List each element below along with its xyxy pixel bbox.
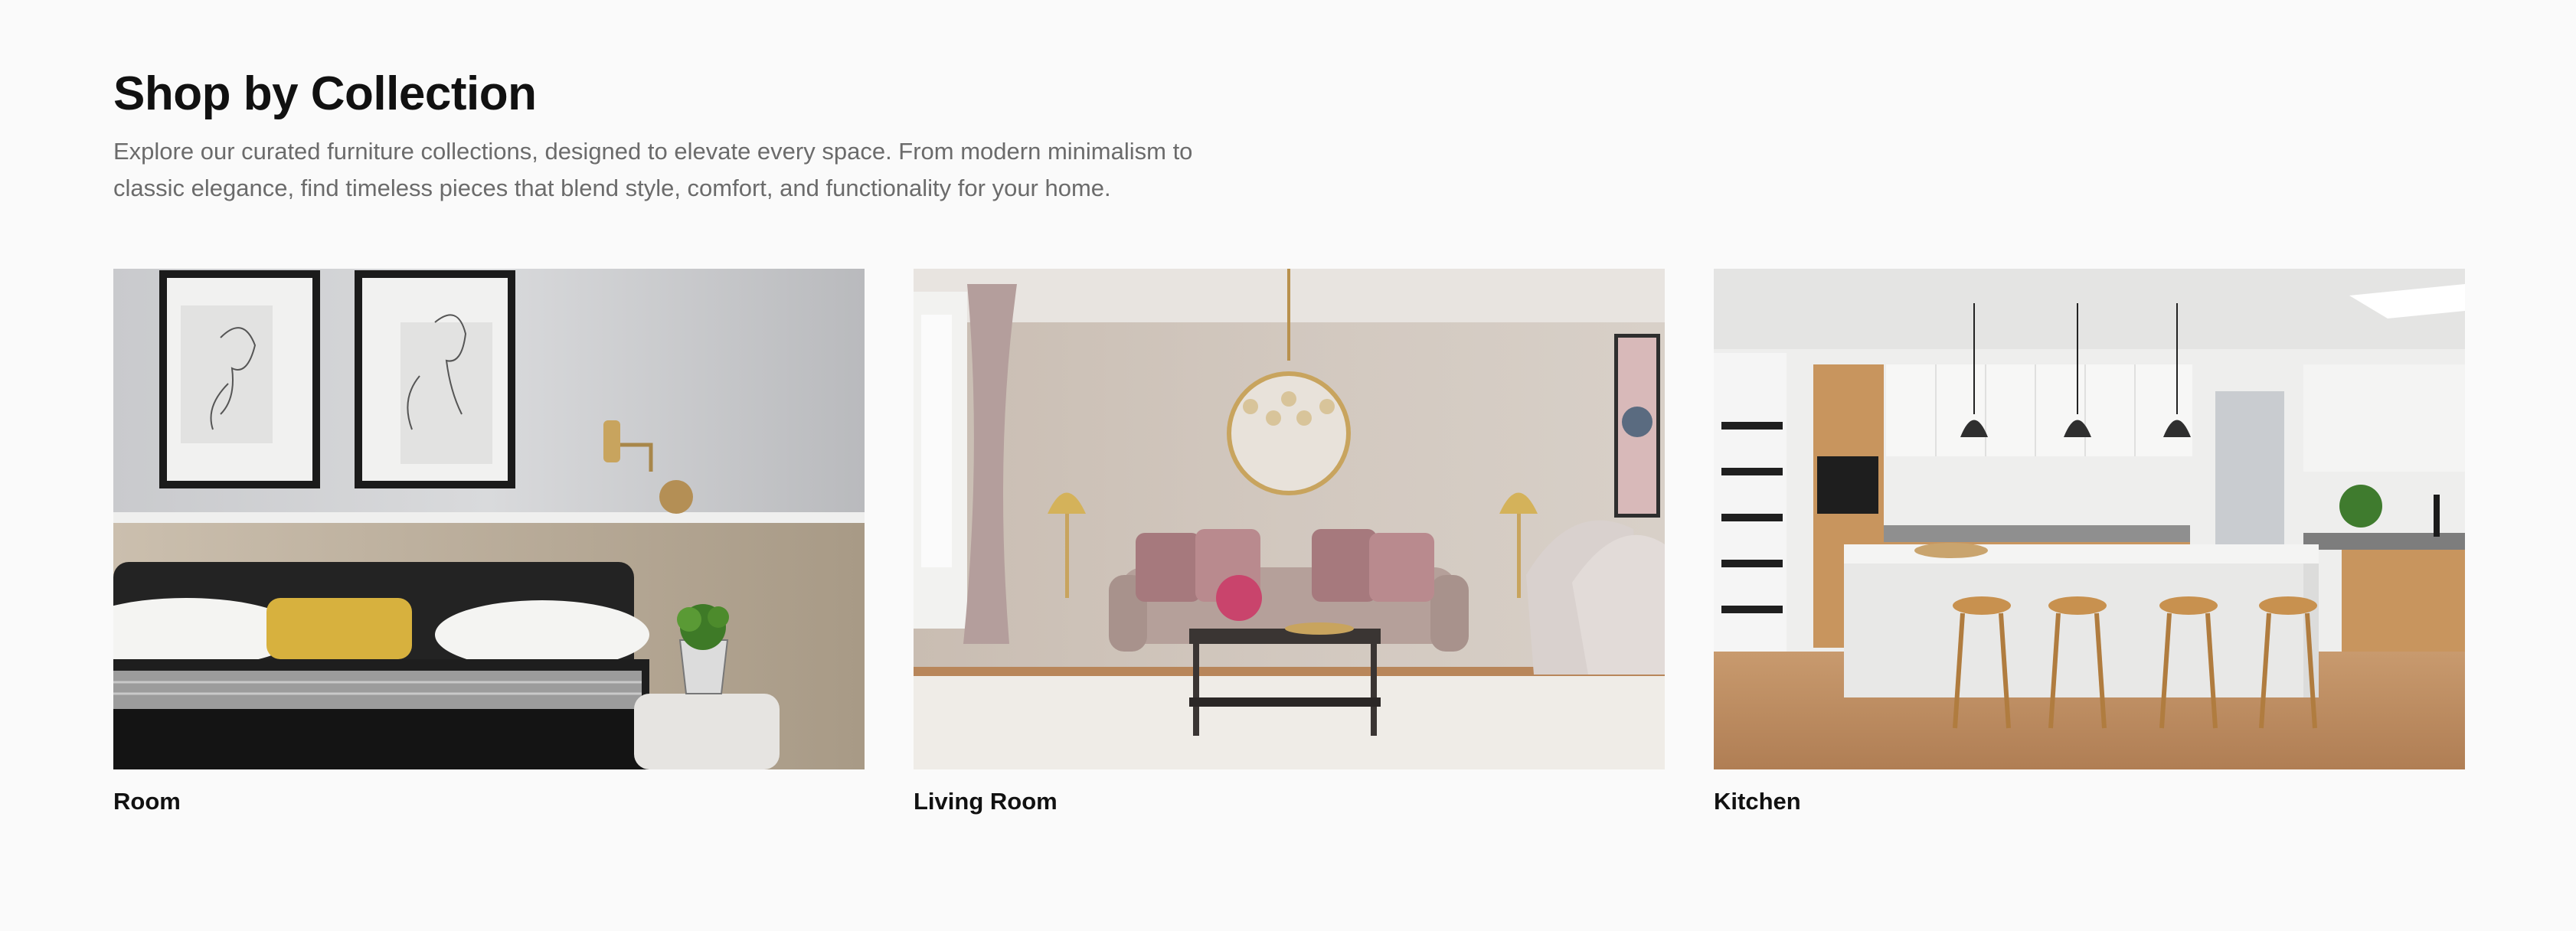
collection-label: Living Room	[914, 788, 1058, 815]
section-title: Shop by Collection	[113, 67, 537, 120]
section-description: Explore our curated furniture collection…	[113, 133, 1308, 207]
collection-label: Room	[113, 788, 181, 815]
collection-grid: Room Living Room Kitchen	[113, 269, 2466, 817]
collection-card-living-room[interactable]: Living Room	[914, 269, 1665, 817]
collection-card-room[interactable]: Room	[113, 269, 865, 817]
description-line-2: classic elegance, find timeless pieces t…	[113, 175, 1111, 201]
collection-label: Kitchen	[1714, 788, 1801, 815]
description-line-1: Explore our curated furniture collection…	[113, 138, 1193, 165]
bedroom-photo[interactable]	[113, 269, 865, 769]
kitchen-photo[interactable]	[1714, 269, 2465, 769]
collection-card-kitchen[interactable]: Kitchen	[1714, 269, 2465, 817]
shop-by-collection-section: Shop by Collection Explore our curated f…	[113, 0, 2466, 931]
living-room-photo[interactable]	[914, 269, 1665, 769]
